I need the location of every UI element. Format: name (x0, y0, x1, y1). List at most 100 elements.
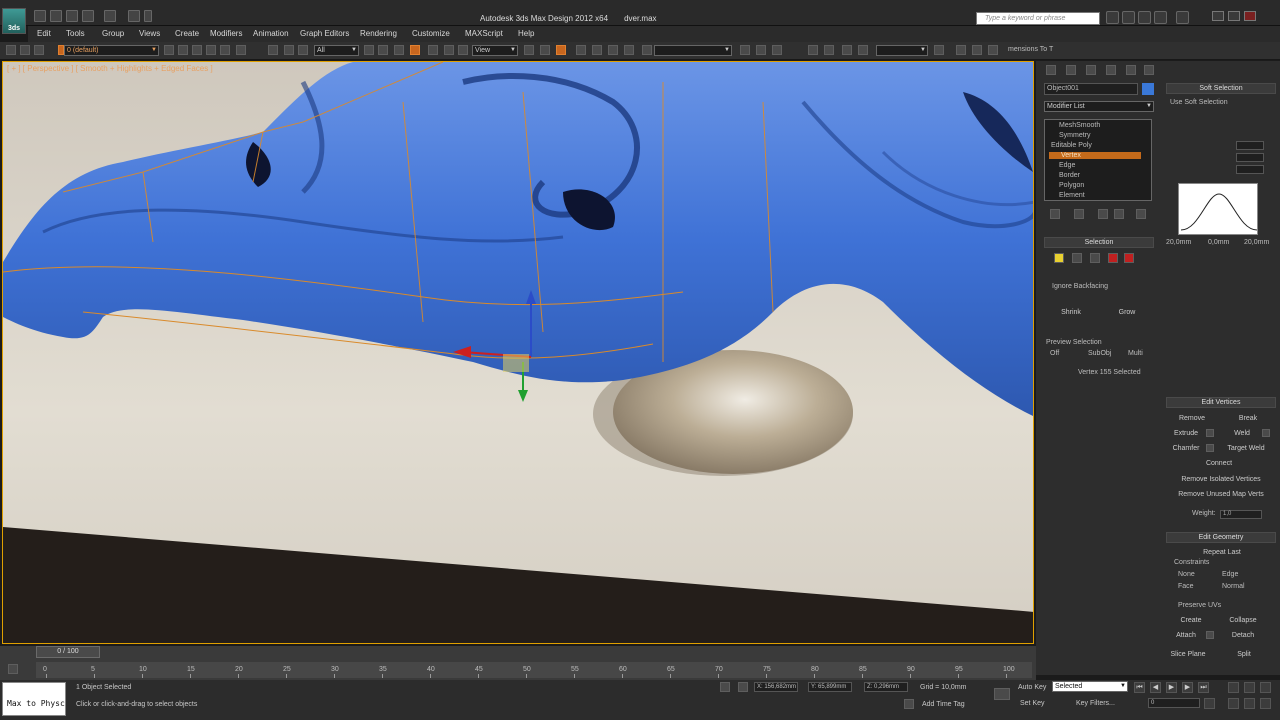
maximize-button[interactable] (1228, 11, 1240, 21)
stack-item-border[interactable]: Border (1059, 172, 1080, 179)
subscription-icon[interactable] (1138, 11, 1151, 24)
menu-animation[interactable]: Animation (253, 29, 289, 38)
render-iterative-icon[interactable] (988, 45, 998, 55)
gizmo-plane-handle[interactable] (503, 354, 529, 372)
extrude-button[interactable]: Extrude (1168, 428, 1204, 439)
layer-explorer-icon[interactable] (808, 45, 818, 55)
named-selection-dropdown[interactable]: ▼ (654, 45, 732, 56)
favorites-star-icon[interactable] (1154, 11, 1167, 24)
communication-center-icon[interactable] (1122, 11, 1135, 24)
menu-rendering[interactable]: Rendering (360, 29, 397, 38)
unlink-icon[interactable] (284, 45, 294, 55)
next-frame-icon[interactable]: ▶ (1182, 682, 1193, 693)
attach-list-icon[interactable] (1206, 631, 1214, 639)
falloff-spinner[interactable] (1236, 141, 1264, 150)
minimize-button[interactable] (1212, 11, 1224, 21)
rendered-frame-window-icon[interactable] (956, 45, 966, 55)
quick-access-dropdown-icon[interactable] (144, 10, 152, 22)
object-name-field[interactable]: Object001 (1044, 83, 1138, 95)
key-set-dropdown[interactable]: Selected ▼ (1052, 681, 1128, 692)
edge-mode-icon[interactable] (1072, 253, 1082, 263)
constraint-face-radio[interactable]: Face (1178, 583, 1194, 590)
pan-view-icon[interactable] (1244, 698, 1255, 709)
stack-item-editable-poly[interactable]: Editable Poly (1051, 142, 1092, 149)
pin-stack-icon[interactable] (1050, 209, 1060, 219)
edit-geometry-rollout-header[interactable]: Edit Geometry (1166, 532, 1276, 543)
mirror-icon[interactable] (740, 45, 750, 55)
object-color-swatch[interactable] (1142, 83, 1154, 95)
vertex-mode-icon[interactable] (1054, 253, 1064, 263)
configure-modifier-sets-icon[interactable] (1136, 209, 1146, 219)
preserve-uvs-checkbox[interactable]: Preserve UVs (1178, 602, 1221, 609)
select-and-scale-icon[interactable] (458, 45, 468, 55)
material-editor-icon[interactable] (858, 45, 868, 55)
polygon-mode-icon[interactable] (1108, 253, 1118, 263)
collapse-button[interactable]: Collapse (1220, 615, 1266, 626)
remove-modifier-icon[interactable] (1114, 209, 1124, 219)
create-tab-icon[interactable] (1046, 65, 1056, 75)
perspective-viewport[interactable]: [ + ] [ Perspective ] [ Smooth + Highlig… (2, 61, 1034, 644)
maximize-viewport-icon[interactable] (1260, 698, 1271, 709)
utilities-tab-icon[interactable] (1144, 65, 1154, 75)
chamfer-settings-icon[interactable] (1206, 444, 1214, 452)
bind-space-warp-icon[interactable] (298, 45, 308, 55)
split-checkbox[interactable]: Split (1224, 649, 1264, 660)
window-crossing-icon[interactable] (410, 45, 420, 55)
render-setup-icon[interactable] (934, 45, 944, 55)
break-button[interactable]: Break (1226, 413, 1270, 424)
x-coordinate-field[interactable]: X: 156,682mm (754, 682, 798, 692)
motion-tab-icon[interactable] (1106, 65, 1116, 75)
previous-frame-icon[interactable]: ◀ (1150, 682, 1161, 693)
menu-tools[interactable]: Tools (66, 29, 85, 38)
shrink-button[interactable]: Shrink (1056, 307, 1086, 318)
select-and-move-icon[interactable] (428, 45, 438, 55)
soft-selection-rollout-header[interactable]: Soft Selection (1166, 83, 1276, 94)
stack-item-element[interactable]: Element (1059, 192, 1085, 199)
layer-icon-4[interactable] (206, 45, 216, 55)
search-input[interactable]: Type a keyword or phrase (976, 12, 1100, 25)
layer-icon-6[interactable] (236, 45, 246, 55)
percent-snap-icon[interactable] (608, 45, 618, 55)
zoom-all-icon[interactable] (1244, 682, 1255, 693)
track-bar[interactable]: 0 5 10 15 20 25 30 35 40 45 50 55 60 65 70 75 80 85 90 95 10… (36, 662, 1032, 678)
select-and-rotate-icon[interactable] (444, 45, 454, 55)
stack-item-symmetry[interactable]: Symmetry (1059, 132, 1091, 139)
new-file-icon[interactable] (34, 10, 46, 22)
selection-filter-dropdown[interactable]: All ▼ (314, 45, 359, 56)
chamfer-button[interactable]: Chamfer (1168, 443, 1204, 454)
field-of-view-icon[interactable] (1228, 698, 1239, 709)
border-mode-icon[interactable] (1090, 253, 1100, 263)
weld-button[interactable]: Weld (1224, 428, 1260, 439)
preview-multi-radio[interactable]: Multi (1128, 350, 1143, 357)
play-icon[interactable]: ▶ (1166, 682, 1177, 693)
menu-modifiers[interactable]: Modifiers (210, 29, 242, 38)
absolute-mode-icon[interactable] (738, 682, 748, 692)
attach-button[interactable]: Attach (1168, 630, 1204, 641)
time-tag-icon[interactable] (904, 699, 914, 709)
open-file-icon[interactable] (50, 10, 62, 22)
menu-edit[interactable]: Edit (37, 29, 51, 38)
app-logo-button[interactable]: 3ds (2, 8, 26, 34)
stack-item-edge[interactable]: Edge (1059, 162, 1075, 169)
layer-icon-3[interactable] (192, 45, 202, 55)
key-filters-button[interactable]: Key Filters... (1076, 700, 1115, 707)
maxscript-listener-text[interactable]: Max to Physc (7, 699, 65, 708)
layer-select-icon[interactable] (34, 45, 44, 55)
time-slider[interactable]: 0 / 100 (36, 646, 100, 658)
snaps-toggle-icon[interactable] (576, 45, 586, 55)
use-soft-selection-checkbox[interactable]: Use Soft Selection (1170, 99, 1228, 106)
quick-align-icon[interactable] (772, 45, 782, 55)
selection-rollout-header[interactable]: Selection (1044, 237, 1154, 248)
remove-button[interactable]: Remove (1170, 413, 1214, 424)
grow-button[interactable]: Grow (1112, 307, 1142, 318)
render-production-icon[interactable] (972, 45, 982, 55)
menu-graph-editors[interactable]: Graph Editors (300, 29, 349, 38)
layer-dropdown[interactable]: 0 (default) ▼ (64, 45, 159, 56)
render-preset-dropdown[interactable]: ▼ (876, 45, 928, 56)
constraint-normal-radio[interactable]: Normal (1222, 583, 1245, 590)
open-mini-curve-editor-icon[interactable] (8, 664, 18, 674)
curve-editor-icon[interactable] (824, 45, 834, 55)
weld-settings-icon[interactable] (1262, 429, 1270, 437)
display-tab-icon[interactable] (1126, 65, 1136, 75)
stack-item-meshsmooth[interactable]: MeshSmooth (1059, 122, 1100, 129)
